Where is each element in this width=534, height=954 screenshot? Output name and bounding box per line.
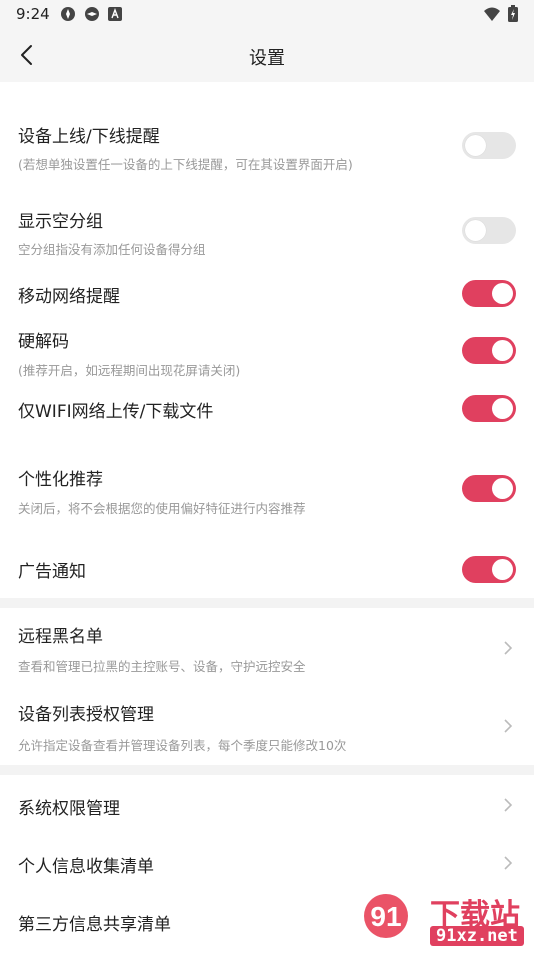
chevron-right-icon: [504, 798, 513, 812]
watermark-logo: 91 下载站 91xz.net: [360, 888, 534, 950]
app-notification-icon: [108, 7, 122, 21]
svg-text:91: 91: [370, 901, 401, 932]
setting-row-hardware-decode: 硬解码 (推荐开启，如远程期间出现花屏请关闭): [0, 315, 534, 385]
setting-label: 设备上线/下线提醒: [18, 127, 160, 147]
ad-notification-toggle[interactable]: [462, 556, 516, 583]
nav-label: 远程黑名单: [18, 627, 103, 647]
nav-subtitle: 查看和管理已拉黑的主控账号、设备，守护远控安全: [18, 659, 306, 674]
nav-row-device-list-authorization[interactable]: 设备列表授权管理 允许指定设备查看并管理设备列表，每个季度只能修改10次: [0, 690, 534, 760]
setting-label: 硬解码: [18, 332, 69, 352]
nav-label: 第三方信息共享清单: [18, 915, 171, 935]
setting-row-device-online-offline: 设备上线/下线提醒 (若想单独设置任一设备的上下线提醒，可在其设置界面开启): [0, 110, 534, 190]
nav-label: 设备列表授权管理: [18, 705, 154, 725]
setting-label: 广告通知: [18, 562, 86, 582]
setting-subtitle: 空分组指没有添加任何设备得分组: [18, 242, 206, 257]
nav-label: 个人信息收集清单: [18, 857, 154, 877]
watermark-domain-text: 91xz.net: [430, 926, 524, 946]
status-bar: 9:24: [0, 0, 534, 28]
status-time: 9:24: [16, 5, 50, 23]
setting-label: 显示空分组: [18, 212, 103, 232]
toggle-knob: [492, 478, 513, 499]
section-divider: [0, 598, 534, 608]
setting-label: 移动网络提醒: [18, 287, 120, 307]
chevron-right-icon: [504, 856, 513, 870]
mobile-network-alert-toggle[interactable]: [462, 280, 516, 307]
toggle-knob: [492, 398, 513, 419]
setting-row-show-empty-group: 显示空分组 空分组指没有添加任何设备得分组: [0, 195, 534, 265]
chevron-right-icon: [504, 719, 513, 733]
device-online-offline-toggle[interactable]: [462, 132, 516, 159]
vpn-icon: [61, 7, 75, 21]
battery-icon: [508, 5, 518, 22]
nav-row-system-permissions[interactable]: 系统权限管理: [0, 780, 534, 830]
toggle-knob: [492, 340, 513, 361]
setting-subtitle: (推荐开启，如远程期间出现花屏请关闭): [18, 363, 241, 378]
nav-row-personal-info-list[interactable]: 个人信息收集清单: [0, 838, 534, 888]
wifi-only-transfer-toggle[interactable]: [462, 395, 516, 422]
vpn-icon: [85, 7, 99, 21]
setting-row-mobile-network-alert: 移动网络提醒: [0, 270, 534, 316]
show-empty-group-toggle[interactable]: [462, 217, 516, 244]
setting-label: 仅WIFI网络上传/下载文件: [18, 402, 214, 422]
wifi-icon: [484, 7, 500, 21]
setting-subtitle: 关闭后，将不会根据您的使用偏好特征进行内容推荐: [18, 501, 306, 516]
personalized-recommend-toggle[interactable]: [462, 475, 516, 502]
toggle-knob: [465, 220, 486, 241]
setting-subtitle: (若想单独设置任一设备的上下线提醒，可在其设置界面开启): [18, 157, 353, 172]
app-bar: 设置: [0, 28, 534, 82]
nav-subtitle: 允许指定设备查看并管理设备列表，每个季度只能修改10次: [18, 738, 347, 753]
setting-row-personalized-recommend: 个性化推荐 关闭后，将不会根据您的使用偏好特征进行内容推荐: [0, 453, 534, 525]
hardware-decode-toggle[interactable]: [462, 337, 516, 364]
toggle-knob: [492, 559, 513, 580]
page-title: 设置: [249, 48, 285, 69]
chevron-right-icon: [504, 641, 513, 655]
setting-row-ad-notification: 广告通知: [0, 545, 534, 595]
nav-row-remote-blacklist[interactable]: 远程黑名单 查看和管理已拉黑的主控账号、设备，守护远控安全: [0, 612, 534, 682]
section-divider: [0, 765, 534, 775]
nav-label: 系统权限管理: [18, 799, 120, 819]
toggle-knob: [492, 283, 513, 304]
setting-row-wifi-only-transfer: 仅WIFI网络上传/下载文件: [0, 385, 534, 435]
setting-label: 个性化推荐: [18, 470, 103, 490]
toggle-knob: [465, 135, 486, 156]
